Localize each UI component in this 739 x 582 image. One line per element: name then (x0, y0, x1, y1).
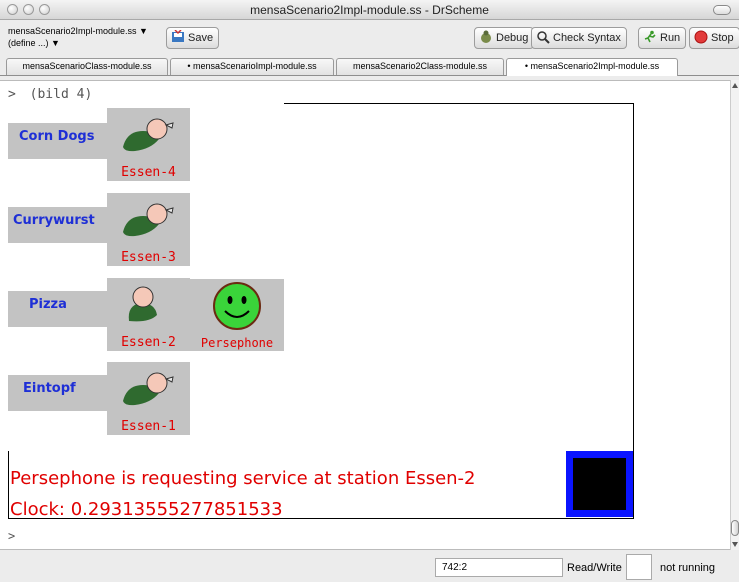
sleeping-baby-icon (123, 372, 174, 406)
running-indicator-box (626, 554, 652, 580)
file-name-menu[interactable]: mensaScenario2Impl-module.ss ▼ (8, 25, 148, 37)
food-label-pizza: Pizza (8, 291, 107, 327)
station-essen-2: Essen-2 (107, 278, 190, 351)
cursor-position: 742:2 (435, 558, 563, 577)
customer-name: Persephone (200, 336, 274, 350)
run-label: Run (660, 32, 681, 44)
awake-baby-icon (128, 286, 157, 322)
food-label-text: Pizza (29, 297, 67, 312)
toolbar-toggle-button[interactable] (713, 5, 731, 15)
tab-mensa-scenario-impl[interactable]: • mensaScenarioImpl-module.ss (170, 58, 334, 75)
save-icon (172, 30, 184, 42)
queue-box (566, 451, 633, 517)
check-syntax-label: Check Syntax (553, 32, 621, 44)
repl-command: (bild 4) (29, 87, 93, 102)
magnifier-icon (537, 31, 550, 44)
vertical-scrollbar[interactable] (730, 80, 739, 550)
station-essen-4: Essen-4 (107, 108, 190, 181)
running-man-icon (644, 30, 656, 43)
image-left-border (8, 451, 9, 519)
window-title: mensaScenario2Impl-module.ss - DrScheme (250, 3, 489, 17)
save-button[interactable]: Save (166, 27, 220, 49)
check-syntax-button[interactable]: Check Syntax (531, 27, 627, 49)
food-label-eintopf: Eintopf (8, 375, 107, 411)
tab-mensa-scenario-class[interactable]: mensaScenarioClass-module.ss (6, 58, 168, 75)
debug-button[interactable]: Debug (474, 27, 535, 49)
drscheme-window: mensaScenario2Impl-module.ss - DrScheme … (0, 0, 739, 582)
food-label-corn-dogs: Corn Dogs (8, 123, 107, 159)
definitions-menus: mensaScenario2Impl-module.ss ▼ (define .… (8, 25, 148, 49)
station-name: Essen-1 (121, 419, 176, 434)
food-label-text: Currywurst (13, 213, 95, 228)
sleeping-baby-icon (123, 203, 174, 237)
station-name: Essen-2 (121, 335, 176, 350)
tab-mensa-scenario2-class[interactable]: mensaScenario2Class-module.ss (336, 58, 504, 75)
toolbar: mensaScenario2Impl-module.ss ▼ (define .… (0, 20, 739, 56)
scroll-down-arrow-icon[interactable] (732, 542, 738, 547)
station-essen-1: Essen-1 (107, 362, 190, 435)
repl-prompt: > (bild 4) (8, 87, 92, 102)
define-popup-menu[interactable]: (define ...) ▼ (8, 37, 148, 49)
read-write-mode[interactable]: Read/Write (567, 562, 622, 574)
queue-box-inner (573, 458, 626, 510)
station-name: Essen-4 (121, 165, 176, 180)
interactions-window[interactable]: > (bild 4) Corn Dogs Currywurst Pizza Ei… (0, 80, 730, 550)
food-label-text: Eintopf (23, 381, 76, 396)
debug-bug-icon (481, 30, 491, 43)
station-essen-3: Essen-3 (107, 193, 190, 266)
stop-icon (694, 30, 708, 44)
sleeping-baby-icon (123, 118, 174, 152)
scroll-up-arrow-icon[interactable] (732, 83, 738, 88)
clock-readout: Clock: 0.29313555277851533 (10, 499, 283, 520)
smiley-face-icon (213, 282, 261, 330)
status-message: Persephone is requesting service at stat… (10, 468, 476, 489)
title-bar: mensaScenario2Impl-module.ss - DrScheme (0, 0, 739, 20)
file-tabs: mensaScenarioClass-module.ss • mensaScen… (0, 56, 739, 76)
food-label-text: Corn Dogs (19, 129, 95, 144)
image-top-border (284, 103, 634, 104)
status-bar: 742:2 Read/Write not running (0, 552, 739, 582)
scroll-thumb[interactable] (731, 520, 739, 536)
next-prompt[interactable]: > (8, 529, 15, 543)
stop-button[interactable]: Stop (689, 27, 739, 49)
customer-persephone: Persephone (190, 279, 284, 351)
prompt-symbol: > (8, 87, 16, 102)
run-button[interactable]: Run (638, 27, 687, 49)
food-label-currywurst: Currywurst (8, 207, 107, 243)
tab-mensa-scenario2-impl[interactable]: • mensaScenario2Impl-module.ss (506, 58, 678, 76)
stop-label: Stop (711, 32, 734, 44)
station-name: Essen-3 (121, 250, 176, 265)
save-label: Save (188, 32, 214, 44)
debug-label: Debug (496, 32, 529, 44)
running-status: not running (660, 562, 716, 574)
